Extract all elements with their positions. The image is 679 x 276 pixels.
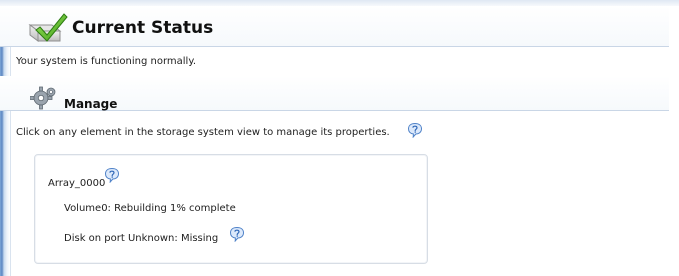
help-balloon-icon[interactable] [407, 122, 423, 138]
array-item[interactable]: Array_0000 [48, 178, 105, 189]
help-balloon-icon[interactable] [229, 226, 245, 242]
disk-item[interactable]: Disk on port Unknown: Missing [64, 233, 218, 244]
status-message: Your system is functioning normally. [16, 56, 197, 67]
manage-instruction: Click on any element in the storage syst… [16, 127, 390, 138]
page-title: Current Status [72, 18, 214, 38]
manage-section-title: Manage [64, 97, 118, 111]
help-balloon-icon[interactable] [104, 167, 120, 183]
volume-item[interactable]: Volume0: Rebuilding 1% complete [64, 203, 236, 214]
checkmark-status-icon [28, 13, 68, 42]
gear-icon [30, 86, 56, 110]
